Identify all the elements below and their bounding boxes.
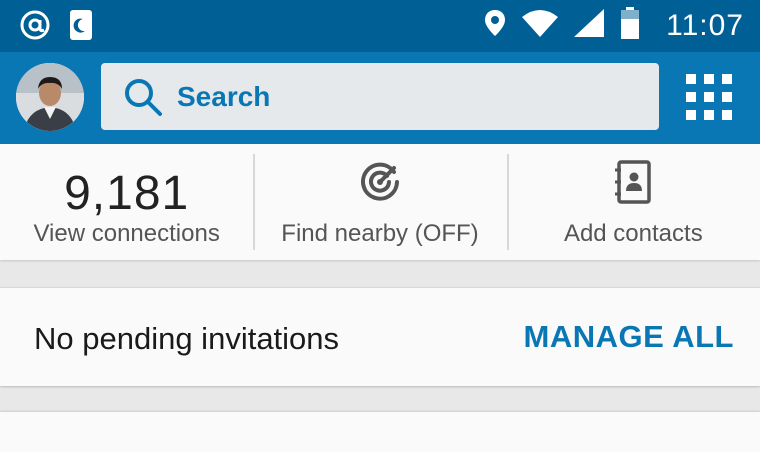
address-book-icon [615,160,652,204]
do-not-disturb-icon [70,10,92,40]
find-nearby-label: Find nearby (OFF) [281,220,479,247]
search-icon [125,78,162,116]
at-icon [18,8,52,42]
location-icon [484,8,506,43]
connections-count: 9,181 [64,167,190,220]
battery-icon [620,7,640,44]
add-contacts-label: Add contacts [563,220,703,247]
invitations-card: No pending invitations MANAGE ALL [0,288,760,386]
radar-icon [361,162,399,201]
network-stats: 9,181 View connections Find nearby (OFF) [0,144,760,260]
invitations-status: No pending invitations [34,321,340,356]
view-connections-label: View connections [33,220,220,247]
apps-grid-icon[interactable] [686,74,732,120]
wifi-icon [522,9,559,42]
manage-all-button[interactable]: MANAGE ALL [524,319,735,355]
search-placeholder: Search [177,80,271,112]
find-nearby-button[interactable]: Find nearby (OFF) [253,144,506,260]
status-time: 11:07 [666,8,744,42]
add-contacts-button[interactable]: Add contacts [506,144,760,260]
app-bar: Search [0,52,760,144]
next-card [0,412,760,452]
status-bar: 11:07 [0,0,760,52]
view-connections-button[interactable]: 9,181 View connections [0,144,253,260]
profile-avatar[interactable] [16,63,84,131]
signal-icon [574,9,605,42]
search-bar[interactable]: Search [101,63,659,130]
